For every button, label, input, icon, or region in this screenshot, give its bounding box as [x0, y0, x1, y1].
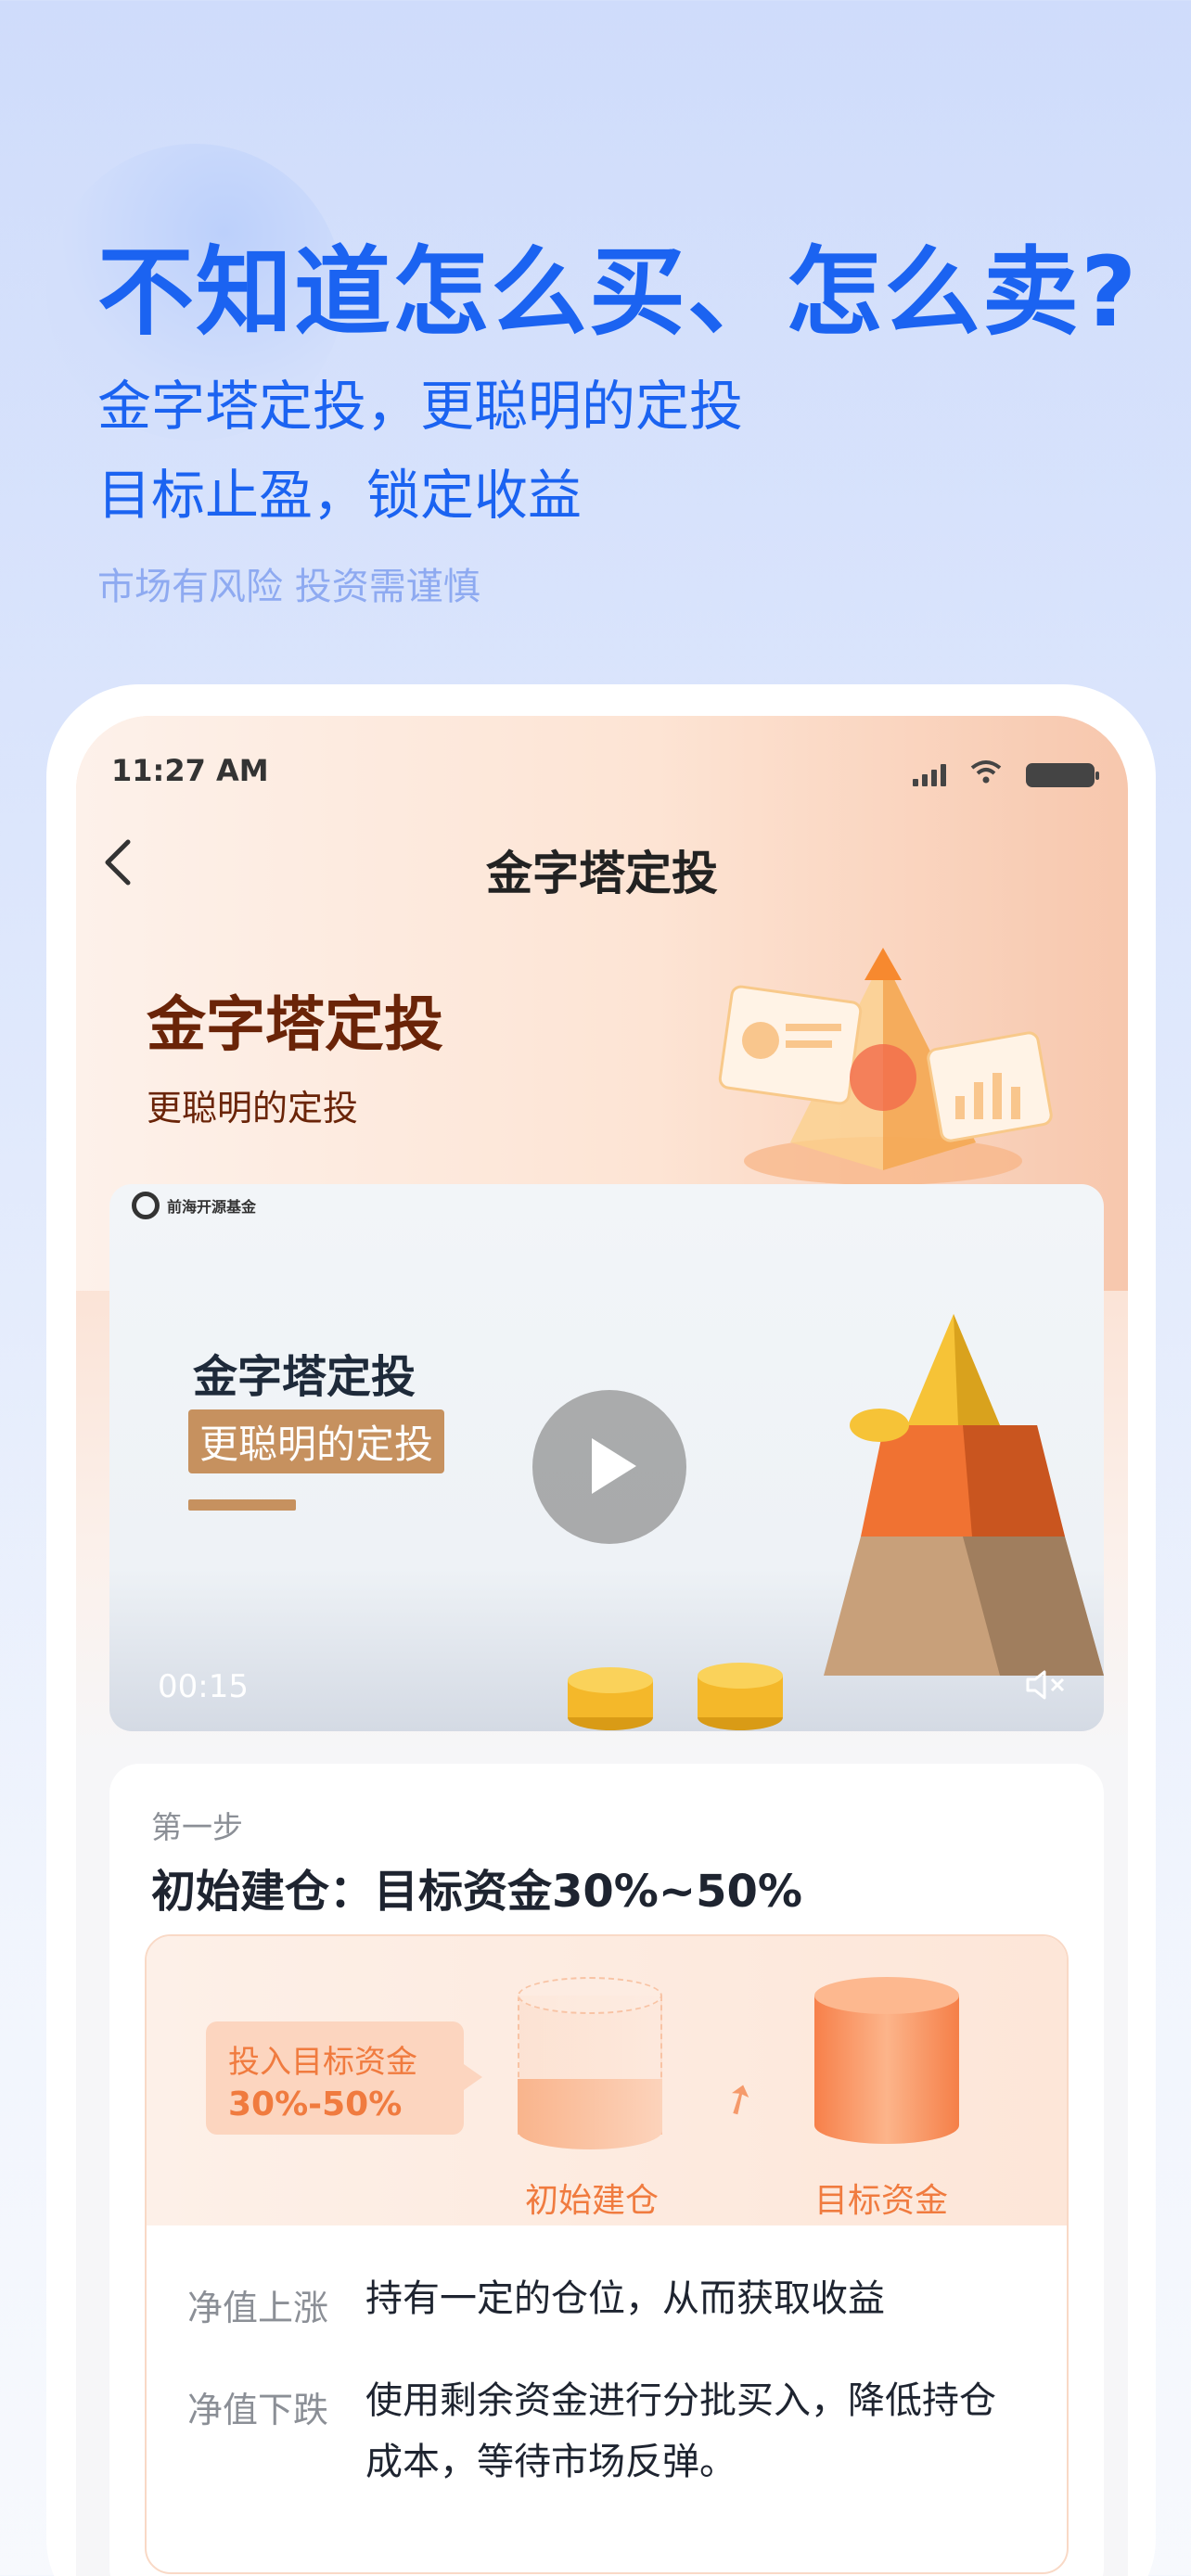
logo-text: 前海开源基金 — [167, 1198, 257, 1216]
pyramid-illustration — [718, 948, 1053, 1185]
row-text: 持有一定的仓位，从而获取收益 — [365, 2277, 885, 2320]
video-pyramid-illustration — [824, 1314, 1104, 1676]
step-label: 第一步 — [151, 1809, 243, 1845]
banner-subtitle: 更聪明的定投 — [147, 1088, 359, 1129]
hero-subtitle-1: 金字塔定投，更聪明的定投 — [97, 375, 744, 438]
initial-position-cylinder — [518, 1977, 662, 2149]
risk-notice: 市场有风险 投资需谨慎 — [97, 566, 480, 608]
mute-icon[interactable] — [1024, 1668, 1067, 1710]
fund-logo: 前海开源基金 — [132, 1192, 256, 1219]
bubble-percent: 30%-50% — [228, 2085, 403, 2123]
coin-stack-icon — [568, 1663, 783, 1730]
battery-icon — [1026, 762, 1099, 787]
video-accent-line — [188, 1499, 296, 1511]
target-bubble: 投入目标资金 30%-50% — [206, 2021, 482, 2135]
video-time: 00:15 — [158, 1668, 249, 1705]
target-fund-cylinder — [814, 1977, 959, 2149]
row-label: 净值下跌 — [187, 2390, 329, 2430]
video-tag: 更聪明的定投 — [188, 1409, 445, 1473]
video-player[interactable]: 前海开源基金 金字塔定投 更聪明的定投 00:15 — [109, 1184, 1104, 1731]
fall-row: 净值下跌 使用剩余资金进行分批买入，降低持仓成本，等待市场反弹。 — [187, 2379, 1015, 2493]
row-text: 使用剩余资金进行分批买入，降低持仓成本，等待市场反弹。 — [365, 2379, 996, 2483]
caption-target: 目标资金 — [814, 2182, 949, 2220]
step-illustration: 投入目标资金 30%-50% ➚ 初始建仓 目标资金 净值上涨 持有一定的仓位，… — [145, 1934, 1069, 2574]
signal-icon — [913, 763, 946, 786]
step-title: 初始建仓：目标资金30%~50% — [151, 1866, 803, 1918]
wifi-icon — [970, 759, 1002, 791]
phone-screen: 11:27 AM 金字塔定投 金字塔定投 更聪明的定投 前海开源基金 金字塔定投… — [76, 716, 1128, 2576]
step-card: 第一步 初始建仓：目标资金30%~50% 投入目标资金 30%-50% ➚ 初始… — [109, 1764, 1104, 2576]
play-button[interactable] — [532, 1390, 686, 1544]
video-title: 金字塔定投 — [193, 1351, 416, 1403]
hero-title: 不知道怎么买、怎么卖? — [97, 236, 1139, 349]
status-time: 11:27 AM — [111, 753, 269, 788]
bubble-text: 投入目标资金 — [228, 2044, 417, 2081]
hero-subtitle-2: 目标止盈，锁定收益 — [97, 464, 583, 527]
caption-initial: 初始建仓 — [525, 2182, 660, 2220]
nav-bar: 金字塔定投 — [76, 818, 1128, 911]
status-icons — [913, 759, 1099, 791]
hero-section: 不知道怎么买、怎么卖? 金字塔定投，更聪明的定投 目标止盈，锁定收益 市场有风险… — [97, 232, 1138, 610]
page-title: 金字塔定投 — [486, 847, 718, 900]
logo-mark-icon — [132, 1192, 160, 1219]
banner-title: 金字塔定投 — [147, 991, 443, 1060]
rise-row: 净值上涨 持有一定的仓位，从而获取收益 — [187, 2277, 1015, 2330]
status-bar: 11:27 AM — [111, 753, 1099, 799]
row-label: 净值上涨 — [187, 2288, 329, 2328]
